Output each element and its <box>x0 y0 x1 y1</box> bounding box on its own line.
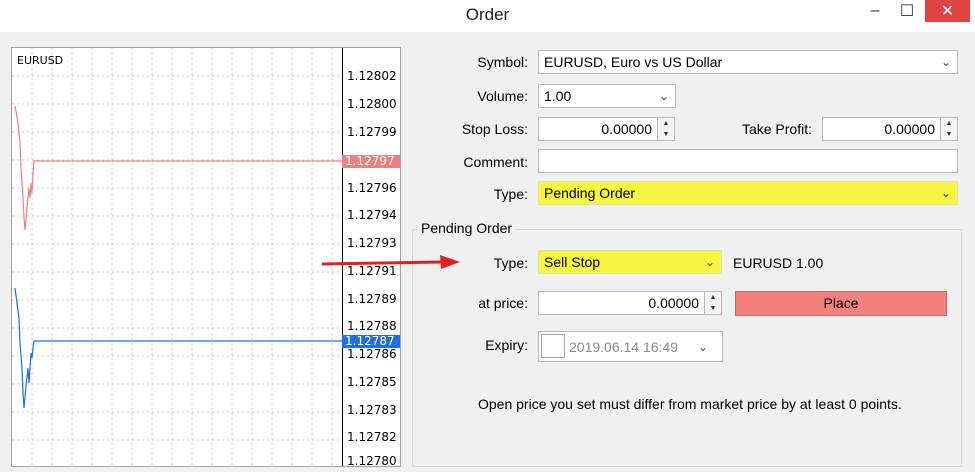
expiry-datetime[interactable]: 2019.06.14 16:49 ⌄ <box>538 331 723 362</box>
volume-label: Volume: <box>477 88 528 104</box>
price-tick: 1.12796 <box>347 181 397 195</box>
title-bar: Order – ☐ ✕ <box>0 0 975 32</box>
stop-loss-value: 0.00000 <box>601 121 652 137</box>
stop-loss-stepper[interactable]: 0.00000 ▲ ▼ <box>538 117 675 141</box>
maximize-button[interactable]: ☐ <box>893 0 921 22</box>
order-type-select[interactable]: Pending Order ⌄ <box>538 181 958 205</box>
bid-line <box>14 287 342 409</box>
order-type-select-value: Pending Order <box>544 185 636 201</box>
take-profit-value: 0.00000 <box>884 121 935 137</box>
price-tick: 1.12794 <box>347 208 397 222</box>
chevron-down-icon: ⌄ <box>658 89 669 103</box>
price-tick: 1.12785 <box>347 375 397 389</box>
price-tick: 1.12780 <box>347 454 397 467</box>
comment-label: Comment: <box>463 154 528 170</box>
take-profit-label: Take Profit: <box>741 121 812 137</box>
comment-input[interactable] <box>538 149 958 173</box>
annotation-arrow-icon <box>321 255 460 269</box>
symbol-select-value: EURUSD, Euro vs US Dollar <box>544 54 723 70</box>
ask-price-tag: 1.12797 <box>342 155 400 168</box>
chart-plot <box>12 48 343 466</box>
spin-arrows-icon[interactable]: ▲ ▼ <box>704 292 721 314</box>
chevron-down-icon: ⌄ <box>940 186 951 200</box>
pending-order-group-title: Pending Order <box>418 220 516 236</box>
chevron-down-icon: ⌄ <box>697 340 708 354</box>
chart-symbol-label: EURUSD <box>17 54 64 67</box>
price-tick: 1.12788 <box>347 319 397 333</box>
price-tick: 1.12783 <box>347 403 397 417</box>
stop-loss-label: Stop Loss: <box>461 121 528 137</box>
price-tick: 1.12800 <box>347 97 397 111</box>
volume-select-value: 1.00 <box>544 88 572 104</box>
minimize-button[interactable]: – <box>860 0 890 22</box>
close-button[interactable]: ✕ <box>925 0 970 22</box>
expiry-label: Expiry: <box>485 337 528 353</box>
spin-arrows-icon[interactable]: ▲ ▼ <box>940 118 957 140</box>
place-button[interactable]: Place <box>735 291 947 316</box>
price-label: at price: <box>478 295 528 311</box>
price-tick: 1.12793 <box>347 236 397 250</box>
price-value: 0.00000 <box>648 295 699 311</box>
price-tick: 1.12782 <box>347 430 397 444</box>
spin-arrows-icon[interactable]: ▲ ▼ <box>657 118 674 140</box>
window-title: Order <box>465 5 510 24</box>
expiry-checkbox[interactable] <box>541 334 565 358</box>
symbol-select[interactable]: EURUSD, Euro vs US Dollar ⌄ <box>538 50 958 74</box>
expiry-value: 2019.06.14 16:49 <box>569 339 678 355</box>
price-tick: 1.12802 <box>347 69 397 83</box>
price-stepper[interactable]: 0.00000 ▲ ▼ <box>538 291 722 315</box>
price-rule-note: Open price you set must differ from mark… <box>478 396 902 412</box>
order-type-label: Type: <box>493 186 528 202</box>
price-tick: 1.12786 <box>347 347 397 361</box>
price-tick: 1.12789 <box>347 292 397 306</box>
price-tick: 1.12799 <box>347 125 397 139</box>
ask-line <box>14 105 342 231</box>
pending-type-select-value: Sell Stop <box>544 254 601 270</box>
chevron-down-icon: ⌄ <box>940 55 951 69</box>
bid-price-tag: 1.12787 <box>342 335 400 348</box>
take-profit-stepper[interactable]: 0.00000 ▲ ▼ <box>822 117 958 141</box>
instrument-summary: EURUSD 1.00 <box>733 255 824 271</box>
chevron-down-icon: ⌄ <box>704 255 715 269</box>
pending-type-select[interactable]: Sell Stop ⌄ <box>538 250 722 274</box>
chart-grid <box>12 48 342 466</box>
symbol-label: Symbol: <box>477 54 528 70</box>
volume-select[interactable]: 1.00 ⌄ <box>538 84 676 108</box>
